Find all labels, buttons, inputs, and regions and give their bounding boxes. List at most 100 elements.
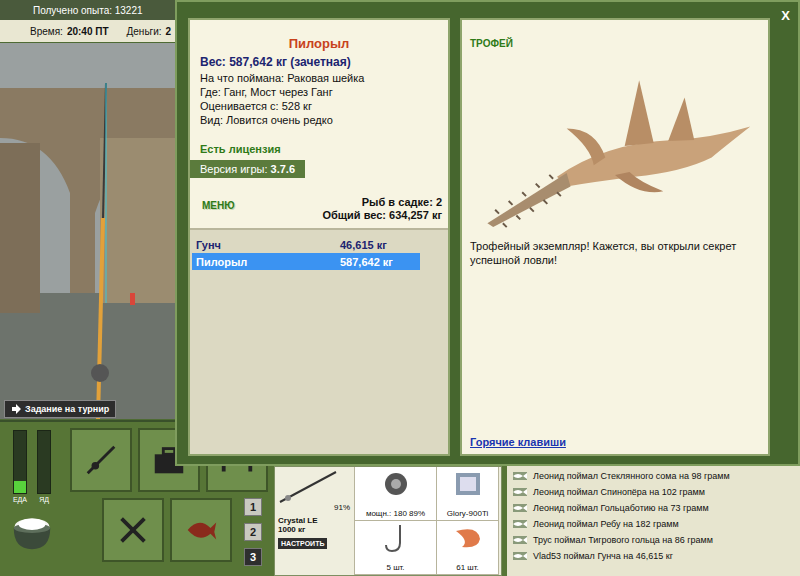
rod-slot[interactable]: 91% Crystal LE 1000 кг НАСТРОИТЬ — [275, 467, 355, 575]
quick-tab[interactable]: 2 — [244, 523, 262, 541]
keepnet-totals: Рыб в садке: 2 Общий вес: 634,257 кг — [322, 196, 442, 222]
log-text: Леонид поймал Ребу на 182 грамм — [533, 519, 679, 529]
food-button[interactable] — [102, 498, 164, 562]
rods-button[interactable] — [70, 428, 132, 492]
keepnet-button[interactable] — [170, 498, 232, 562]
keepnet-count: Рыб в садке: 2 — [322, 196, 442, 209]
fish-icon — [513, 552, 527, 560]
fish-detail: Где: Ганг, Мост через Ганг — [190, 85, 448, 99]
arrow-icon — [11, 404, 21, 414]
game-screen: Получено опыта: 13221 Время: 20:40 ПТ Де… — [0, 0, 800, 576]
tournament-button[interactable]: Задание на турнир — [4, 400, 116, 418]
fish-icon — [513, 488, 527, 496]
hotkeys-link[interactable]: Горячие клавиши — [470, 436, 760, 448]
log-row: Трус поймал Тигрового гольца на 86 грамм — [513, 532, 796, 548]
pot-icon[interactable] — [8, 507, 56, 555]
experience-text: Получено опыта: 13221 — [33, 5, 143, 16]
need-label: ЯД — [39, 496, 49, 503]
trophy-label: ТРОФЕЙ — [470, 38, 760, 49]
money-label: Деньги: — [127, 26, 162, 37]
time-label: Время: — [30, 26, 63, 37]
setup-button[interactable]: НАСТРОИТЬ — [278, 538, 327, 549]
needs-column: ЕДА ЯД — [0, 422, 64, 576]
need-meter: ЕДА — [13, 430, 27, 503]
bait-slot[interactable]: 61 шт. — [437, 521, 499, 575]
log-row: Vlad53 поймал Гунча на 46,615 кг — [513, 548, 796, 564]
rod-condition: 91% — [334, 503, 350, 512]
rod-icon — [278, 470, 338, 504]
log-row: Леонид поймал Спинопёра на 102 грамм — [513, 484, 796, 500]
log-text: Vlad53 поймал Гунча на 46,615 кг — [533, 551, 673, 561]
button-row — [64, 498, 244, 562]
event-log: Леонид поймал Стеклянного сома на 98 гра… — [507, 464, 800, 576]
log-row: Леонид поймал Стеклянного сома на 98 гра… — [513, 468, 796, 484]
fish-detail: Вид: Ловится очень редко — [190, 113, 448, 127]
reel-power: мощн.: 180 — [366, 509, 407, 518]
log-text: Леонид поймал Стеклянного сома на 98 гра… — [533, 471, 730, 481]
fishing-scene: Задание на турнир — [0, 42, 175, 420]
need-track — [13, 430, 27, 494]
log-row: Леонид поймал Ребу на 182 грамм — [513, 516, 796, 532]
version-badge: Версия игры: 3.7.6 — [190, 160, 305, 178]
money-value: 2 — [166, 26, 172, 37]
line-spool-icon — [448, 469, 488, 499]
fish-icon — [513, 520, 527, 528]
reel-condition: 89% — [409, 509, 425, 518]
fish-detail: На что поймана: Раковая шейка — [190, 71, 448, 85]
quick-tab[interactable]: 1 — [244, 498, 262, 516]
cutlery-icon — [114, 510, 152, 550]
line-slot[interactable]: Glory-900Ti — [437, 467, 499, 521]
fish-weight: Вес: 587,642 кг (зачетная) — [190, 55, 448, 69]
catch-name: Гунч — [196, 239, 340, 251]
need-track — [37, 430, 51, 494]
fish-icon — [513, 536, 527, 544]
need-fill — [14, 481, 26, 493]
log-row: Леонид поймал Гольцаботию на 73 грамм — [513, 500, 796, 516]
tournament-label: Задание на турнир — [25, 404, 109, 414]
catch-weight: 587,642 кг — [340, 256, 416, 268]
catch-weight: 46,615 кг — [340, 239, 416, 251]
time-value: 20:40 ПТ — [67, 26, 109, 37]
rod-icon — [82, 440, 120, 480]
catch-row[interactable]: Гунч 46,615 кг — [192, 236, 420, 253]
line-name: Glory-900Ti — [447, 509, 489, 518]
log-text: Леонид поймал Спинопёра на 102 грамм — [533, 487, 705, 497]
log-text: Леонид поймал Гольцаботию на 73 грамм — [533, 503, 709, 513]
catch-dialog: X Пилорыл Вес: 587,642 кг (зачетная) На … — [175, 0, 800, 466]
catch-row[interactable]: Пилорыл 587,642 кг — [192, 253, 420, 270]
hook-slot[interactable]: 5 шт. — [355, 521, 437, 575]
catch-info-panel: Пилорыл Вес: 587,642 кг (зачетная) На чт… — [188, 18, 450, 456]
log-text: Трус поймал Тигрового гольца на 86 грамм — [533, 535, 713, 545]
rod-test: 1000 кг — [278, 525, 351, 534]
menu-button[interactable]: МЕНЮ — [202, 200, 235, 211]
hook-icon — [376, 523, 416, 553]
catch-list: Гунч 46,615 кгПилорыл 587,642 кг — [190, 228, 448, 454]
need-meter: ЯД — [37, 430, 51, 503]
fish-name: Пилорыл — [190, 36, 448, 51]
close-button[interactable]: X — [777, 6, 794, 25]
fish-icon — [182, 510, 220, 550]
bait-count: 61 шт. — [456, 563, 479, 572]
total-weight: Общий вес: 634,257 кг — [322, 209, 442, 222]
catch-name: Пилорыл — [196, 256, 340, 268]
menu-row: МЕНЮ Рыб в садке: 2 Общий вес: 634,257 к… — [190, 178, 448, 222]
trophy-panel: ТРОФЕЙ Трофейный экземпляр! Кажется, вы … — [460, 18, 770, 456]
bridge-scene-icon — [0, 42, 175, 420]
fish-info: Пилорыл Вес: 587,642 кг (зачетная) На чт… — [190, 20, 448, 228]
need-label: ЕДА — [13, 496, 27, 503]
fish-icon — [513, 504, 527, 512]
sawfish-icon — [470, 51, 760, 235]
shrimp-icon — [448, 523, 488, 553]
needs: ЕДА ЯД — [13, 430, 51, 503]
trophy-text: Трофейный экземпляр! Кажется, вы открыли… — [470, 239, 760, 267]
tackle-panel: 91% Crystal LE 1000 кг НАСТРОИТЬ мощн.: … — [274, 466, 502, 576]
reel-icon — [376, 469, 416, 499]
quick-tab[interactable]: 3 — [244, 548, 262, 566]
reel-stats: мощн.: 180 89% — [366, 509, 425, 518]
hook-count: 5 шт. — [386, 563, 404, 572]
fish-detail: Оценивается с: 528 кг — [190, 99, 448, 113]
fish-icon — [513, 472, 527, 480]
reel-slot[interactable]: мощн.: 180 89% — [355, 467, 437, 521]
rod-name: Crystal LE — [278, 516, 351, 525]
license-status: Есть лицензия — [190, 143, 448, 155]
